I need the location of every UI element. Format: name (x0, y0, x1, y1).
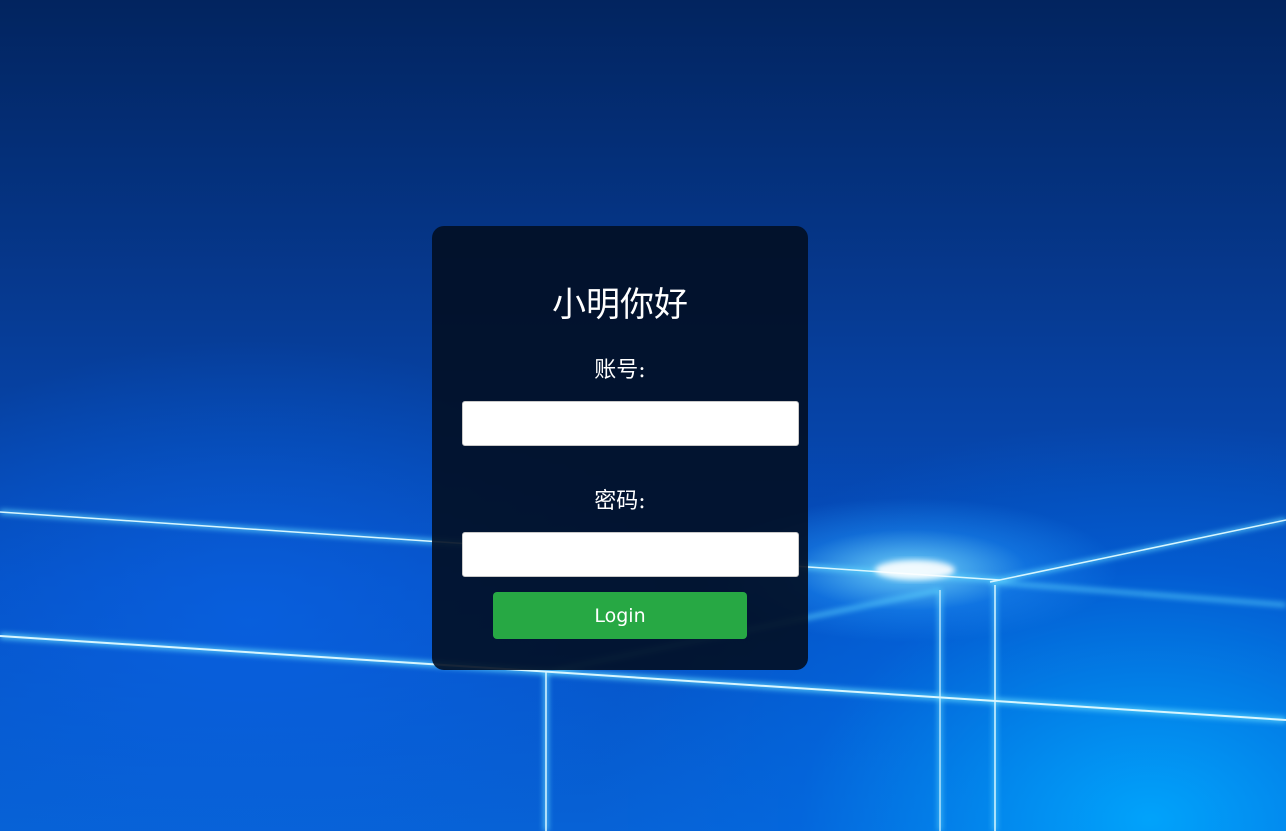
page-title: 小明你好 (552, 285, 688, 325)
password-label: 密码: (594, 489, 646, 514)
username-label: 账号: (594, 358, 646, 383)
username-input[interactable] (462, 401, 799, 446)
login-button[interactable]: Login (493, 592, 747, 639)
password-input[interactable] (462, 532, 799, 577)
